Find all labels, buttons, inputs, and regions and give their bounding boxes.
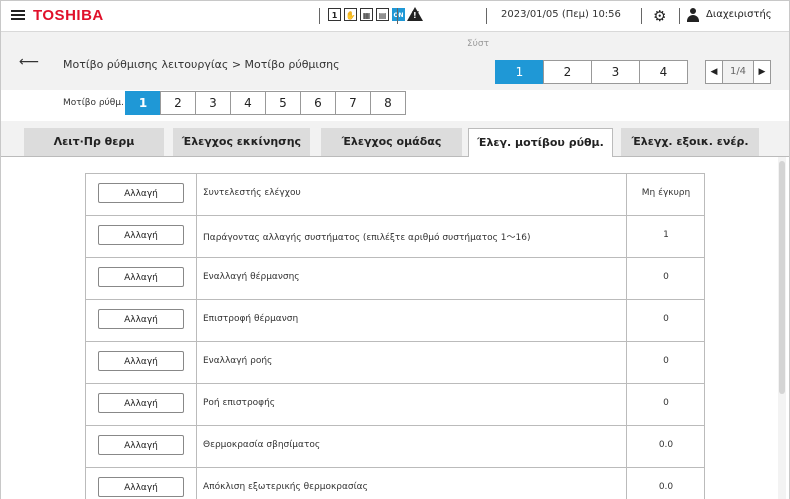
tab-startup-control[interactable]: Έλεγχος εκκίνησης bbox=[173, 128, 310, 156]
pattern-tab-5[interactable]: 5 bbox=[265, 91, 301, 115]
back-arrow-icon[interactable]: ⟵ bbox=[19, 54, 39, 70]
category-tabs: Λειτ·Πρ θερμ Έλεγχος εκκίνησης Έλεγχος ο… bbox=[1, 121, 789, 157]
table-row: Αλλαγή Παράγοντας αλλαγής συστήματος (επ… bbox=[85, 216, 705, 258]
datetime-display: 2023/01/05 (Πεμ) 10:56 bbox=[501, 9, 621, 20]
system-label: Σύστ bbox=[467, 39, 490, 49]
setting-name: Παράγοντας αλλαγής συστήματος (επιλέξτε … bbox=[203, 233, 531, 243]
divider bbox=[397, 8, 398, 24]
change-button[interactable]: Αλλαγή bbox=[98, 393, 184, 413]
divider bbox=[641, 8, 642, 24]
setting-name: Συντελεστής ελέγχου bbox=[203, 188, 301, 198]
setting-value: 0.0 bbox=[658, 482, 674, 492]
next-page-icon[interactable]: ▶ bbox=[753, 60, 771, 84]
change-button[interactable]: Αλλαγή bbox=[98, 183, 184, 203]
breadcrumb: Μοτίβο ρύθμισης λειτουργίας > Μοτίβο ρύθ… bbox=[63, 58, 340, 71]
setting-value: 0 bbox=[663, 356, 669, 366]
on-status-icon: ON bbox=[392, 8, 405, 21]
setting-value: 0 bbox=[663, 314, 669, 324]
tab-pattern-control[interactable]: Έλεγ. μοτίβου ρύθμ. bbox=[468, 128, 613, 157]
change-button[interactable]: Αλλαγή bbox=[98, 351, 184, 371]
table-row: Αλλαγή Συντελεστής ελέγχου Μη έγκυρη bbox=[85, 174, 705, 216]
pattern-tab-3[interactable]: 3 bbox=[195, 91, 231, 115]
table-row: Αλλαγή Επιστροφή θέρμανση 0 bbox=[85, 300, 705, 342]
setting-name: Ροή επιστροφής bbox=[203, 398, 276, 408]
setting-name: Εναλλαγή ροής bbox=[203, 356, 273, 366]
change-button[interactable]: Αλλαγή bbox=[98, 225, 184, 245]
pattern-tab-2[interactable]: 2 bbox=[160, 91, 196, 115]
setting-value: 0.0 bbox=[658, 440, 674, 450]
vertical-scrollbar[interactable] bbox=[778, 157, 786, 499]
system-tab-2[interactable]: 2 bbox=[543, 60, 592, 84]
setting-value: 0 bbox=[663, 398, 669, 408]
change-button[interactable]: Αλλαγή bbox=[98, 435, 184, 455]
setting-value: 1 bbox=[663, 230, 669, 240]
tab-group-control[interactable]: Έλεγχος ομάδας bbox=[321, 128, 462, 156]
pattern-tab-1[interactable]: 1 bbox=[125, 91, 161, 115]
setting-value: 0 bbox=[663, 272, 669, 282]
change-button[interactable]: Αλλαγή bbox=[98, 267, 184, 287]
divider bbox=[486, 8, 487, 24]
pattern-tabs: 1 2 3 4 5 6 7 8 bbox=[125, 91, 406, 115]
system-tab-4[interactable]: 4 bbox=[639, 60, 688, 84]
warning-mark: ! bbox=[413, 11, 417, 20]
divider bbox=[679, 8, 680, 24]
user-name[interactable]: Διαχειριστής bbox=[706, 9, 772, 20]
pattern-tab-8[interactable]: 8 bbox=[370, 91, 406, 115]
setting-name: Θερμοκρασία σβησίματος bbox=[203, 440, 321, 450]
system-one-icon: 1 bbox=[328, 8, 341, 21]
calendar-icon: ▦ bbox=[360, 8, 373, 21]
setting-name: Απόκλιση εξωτερικής θερμοκρασίας bbox=[203, 482, 368, 492]
system-pager: ◀ 1/4 ▶ bbox=[705, 60, 771, 84]
scrollbar-thumb[interactable] bbox=[779, 161, 785, 394]
system-tab-1[interactable]: 1 bbox=[495, 60, 544, 84]
pattern-tab-4[interactable]: 4 bbox=[230, 91, 266, 115]
hand-icon: ✋ bbox=[344, 8, 357, 21]
tab-energy-saving[interactable]: Έλεγχ. εξοικ. ενέρ. bbox=[621, 128, 759, 156]
setting-name: Εναλλαγή θέρμανσης bbox=[203, 272, 300, 282]
pattern-label: Μοτίβο ρύθμ. bbox=[63, 98, 124, 108]
table-row: Αλλαγή Απόκλιση εξωτερικής θερμοκρασίας … bbox=[85, 468, 705, 499]
divider bbox=[319, 8, 320, 24]
user-icon[interactable] bbox=[686, 8, 700, 22]
status-icons: 1 ✋ ▦ ▤ ON ▼ bbox=[328, 8, 419, 21]
schedule-icon: ▤ bbox=[376, 8, 389, 21]
table-row: Αλλαγή Εναλλαγή ροής 0 bbox=[85, 342, 705, 384]
table-row: Αλλαγή Ροή επιστροφής 0 bbox=[85, 384, 705, 426]
setting-name: Επιστροφή θέρμανση bbox=[203, 314, 299, 324]
table-row: Αλλαγή Θερμοκρασία σβησίματος 0.0 bbox=[85, 426, 705, 468]
system-tabs: 1 2 3 4 bbox=[495, 60, 688, 84]
app-window: TOSHIBA 1 ✋ ▦ ▤ ON ▼ ! 2023/01/05 (Πεμ) … bbox=[0, 0, 790, 499]
pattern-tab-7[interactable]: 7 bbox=[335, 91, 371, 115]
top-bar: TOSHIBA 1 ✋ ▦ ▤ ON ▼ ! 2023/01/05 (Πεμ) … bbox=[1, 1, 789, 32]
settings-panel: Αλλαγή Συντελεστής ελέγχου Μη έγκυρη Αλλ… bbox=[1, 157, 789, 499]
setting-value: Μη έγκυρη bbox=[641, 188, 691, 198]
change-button[interactable]: Αλλαγή bbox=[98, 309, 184, 329]
settings-table: Αλλαγή Συντελεστής ελέγχου Μη έγκυρη Αλλ… bbox=[85, 173, 705, 499]
brand-logo: TOSHIBA bbox=[33, 7, 104, 24]
gear-icon[interactable]: ⚙ bbox=[653, 7, 666, 25]
page-indicator: 1/4 bbox=[723, 60, 753, 84]
pattern-tab-6[interactable]: 6 bbox=[300, 91, 336, 115]
tab-operation-temp[interactable]: Λειτ·Πρ θερμ bbox=[24, 128, 164, 156]
change-button[interactable]: Αλλαγή bbox=[98, 477, 184, 497]
system-tab-3[interactable]: 3 bbox=[591, 60, 640, 84]
menu-icon[interactable] bbox=[11, 8, 25, 24]
table-row: Αλλαγή Εναλλαγή θέρμανσης 0 bbox=[85, 258, 705, 300]
prev-page-icon[interactable]: ◀ bbox=[705, 60, 723, 84]
